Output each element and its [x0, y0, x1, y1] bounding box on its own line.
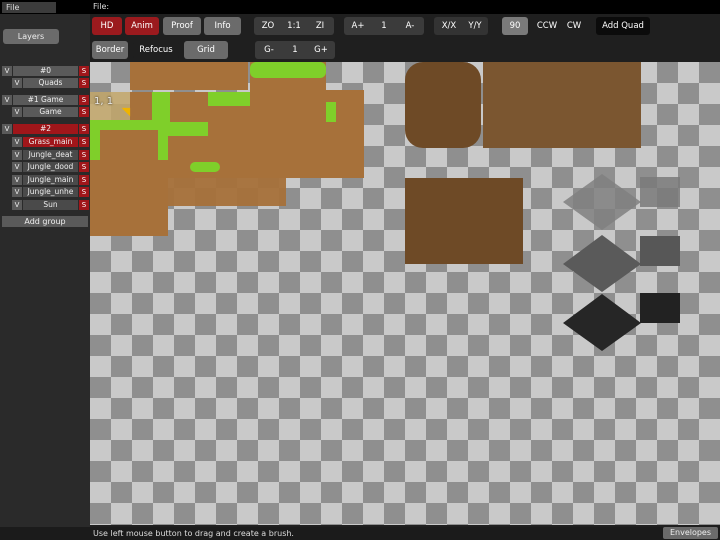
- zoom-out-button[interactable]: ZO: [256, 17, 280, 35]
- layer-group-2[interactable]: V #2 S: [2, 124, 89, 134]
- layer-name[interactable]: Game: [23, 107, 78, 117]
- tile-grid-pieces: [90, 62, 364, 236]
- group-name[interactable]: #2: [13, 124, 78, 134]
- layer-quads[interactable]: V Quads S: [12, 78, 89, 88]
- select-toggle[interactable]: S: [79, 78, 89, 88]
- visibility-toggle[interactable]: V: [2, 124, 12, 134]
- layers-header-button[interactable]: Layers: [3, 29, 59, 44]
- layer-name[interactable]: Grass_main: [23, 137, 78, 147]
- layer-group-0[interactable]: V #0 S: [2, 66, 89, 76]
- flip-y-button[interactable]: Y/Y: [462, 17, 488, 35]
- visibility-toggle[interactable]: V: [12, 175, 22, 185]
- border-button[interactable]: Border: [92, 41, 128, 59]
- rotate-ccw-button[interactable]: CCW: [533, 17, 561, 35]
- flip-x-button[interactable]: X/X: [436, 17, 462, 35]
- layer-jungle-deat[interactable]: V Jungle_deat S: [12, 150, 89, 160]
- select-toggle[interactable]: S: [79, 95, 89, 105]
- layer-grass-main[interactable]: V Grass_main S: [12, 137, 89, 147]
- file-path-label: File:: [93, 2, 110, 11]
- tile-coordinate-label: 1, 1: [94, 96, 114, 107]
- rotation-value[interactable]: 90: [502, 17, 528, 35]
- select-toggle[interactable]: S: [79, 150, 89, 160]
- anim-button[interactable]: Anim: [125, 17, 159, 35]
- layer-group-1-game[interactable]: V #1 Game S: [2, 95, 89, 105]
- layer-jungle-unhe[interactable]: V Jungle_unhe S: [12, 187, 89, 197]
- layer-name[interactable]: Sun: [23, 200, 78, 210]
- visibility-toggle[interactable]: V: [2, 66, 12, 76]
- shadow-quads: [563, 174, 680, 351]
- group-name[interactable]: #1 Game: [13, 95, 78, 105]
- envelopes-button[interactable]: Envelopes: [663, 527, 718, 539]
- info-button[interactable]: Info: [204, 17, 241, 35]
- layer-name[interactable]: Jungle_dood: [23, 162, 78, 172]
- file-menu-button[interactable]: File: [2, 2, 56, 13]
- select-toggle[interactable]: S: [79, 162, 89, 172]
- visibility-toggle[interactable]: V: [2, 95, 12, 105]
- visibility-toggle[interactable]: V: [12, 162, 22, 172]
- dark-dirt-tiles: [405, 62, 641, 264]
- tileset-preview: [90, 62, 680, 351]
- select-toggle[interactable]: S: [79, 175, 89, 185]
- add-group-button[interactable]: Add group: [2, 216, 88, 227]
- layer-sun[interactable]: V Sun S: [12, 200, 89, 210]
- layer-name[interactable]: Jungle_deat: [23, 150, 78, 160]
- visibility-toggle[interactable]: V: [12, 107, 22, 117]
- select-toggle[interactable]: S: [79, 137, 89, 147]
- visibility-toggle[interactable]: V: [12, 137, 22, 147]
- grid-size-value: 1: [292, 45, 298, 55]
- layer-name[interactable]: Quads: [23, 78, 78, 88]
- group-name[interactable]: #0: [13, 66, 78, 76]
- proof-button[interactable]: Proof: [163, 17, 201, 35]
- menu-bar: File File:: [0, 0, 720, 14]
- zoom-reset-button[interactable]: 1:1: [281, 17, 307, 35]
- grid-decrease-button[interactable]: G-: [257, 41, 281, 59]
- visibility-toggle[interactable]: V: [12, 187, 22, 197]
- layer-jungle-main[interactable]: V Jungle_main S: [12, 175, 89, 185]
- anim-speed-value: 1: [381, 21, 387, 31]
- select-toggle[interactable]: S: [79, 66, 89, 76]
- layers-panel: [0, 14, 90, 527]
- visibility-toggle[interactable]: V: [12, 200, 22, 210]
- hd-button[interactable]: HD: [92, 17, 122, 35]
- add-quad-button[interactable]: Add Quad: [596, 17, 650, 35]
- select-toggle[interactable]: S: [79, 200, 89, 210]
- visibility-toggle[interactable]: V: [12, 78, 22, 88]
- select-toggle[interactable]: S: [79, 124, 89, 134]
- grid-increase-button[interactable]: G+: [309, 41, 333, 59]
- grid-button[interactable]: Grid: [184, 41, 228, 59]
- layer-jungle-dood[interactable]: V Jungle_dood S: [12, 162, 89, 172]
- select-toggle[interactable]: S: [79, 187, 89, 197]
- refocus-button[interactable]: Refocus: [133, 41, 179, 59]
- anim-speed-down-button[interactable]: A-: [398, 17, 422, 35]
- zoom-in-button[interactable]: ZI: [308, 17, 332, 35]
- select-toggle[interactable]: S: [79, 107, 89, 117]
- layer-name[interactable]: Jungle_main: [23, 175, 78, 185]
- rotate-cw-button[interactable]: CW: [562, 17, 586, 35]
- status-hint: Use left mouse button to drag and create…: [93, 529, 294, 538]
- anim-speed-up-button[interactable]: A+: [346, 17, 370, 35]
- layer-game[interactable]: V Game S: [12, 107, 89, 117]
- visibility-toggle[interactable]: V: [12, 150, 22, 160]
- layer-name[interactable]: Jungle_unhe: [23, 187, 78, 197]
- tile-canvas[interactable]: 1, 1: [90, 62, 720, 525]
